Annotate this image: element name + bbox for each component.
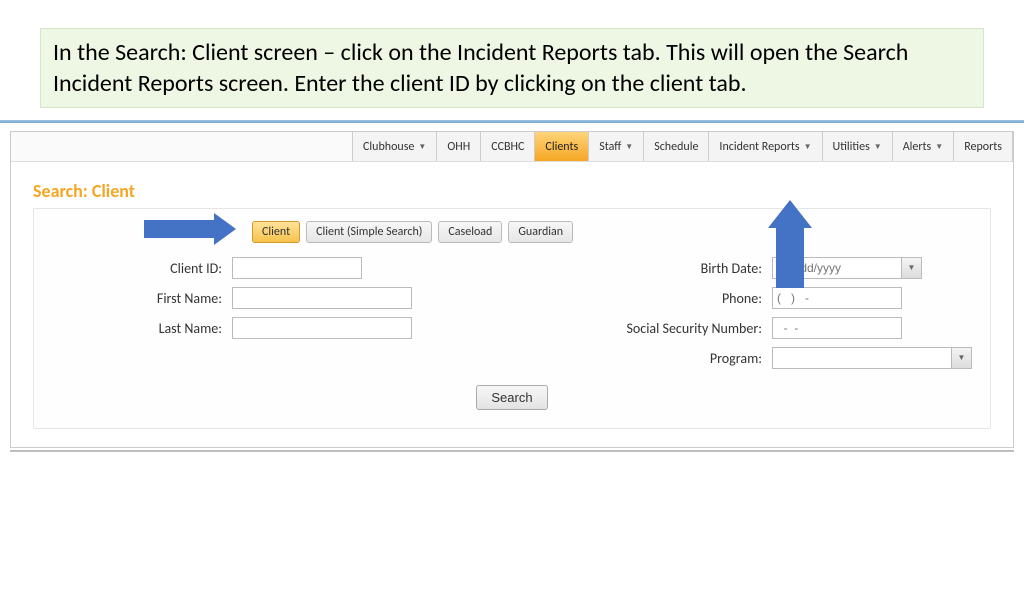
subtab-label: Guardian <box>518 225 563 239</box>
subtab-guardian[interactable]: Guardian <box>508 221 573 243</box>
nav-label: Staff <box>599 140 621 154</box>
nav-label: Incident Reports <box>719 140 799 154</box>
nav-label: Clients <box>545 140 578 154</box>
subtab-client-simple[interactable]: Client (Simple Search) <box>306 221 432 243</box>
nav-tab-clubhouse[interactable]: Clubhouse ▼ <box>352 132 436 161</box>
chevron-down-icon: ▼ <box>874 142 882 152</box>
nav-label: Reports <box>964 140 1002 154</box>
subtab-caseload[interactable]: Caseload <box>438 221 502 243</box>
last-name-input[interactable] <box>232 317 412 339</box>
phone-input[interactable] <box>772 287 902 309</box>
nav-tab-alerts[interactable]: Alerts ▼ <box>892 132 954 161</box>
client-id-input[interactable] <box>232 257 362 279</box>
search-panel: Client Client (Simple Search) Caseload G… <box>33 208 991 429</box>
chevron-down-icon: ▼ <box>418 142 426 152</box>
ssn-input[interactable] <box>772 317 902 339</box>
nav-tab-utilities[interactable]: Utilities ▼ <box>822 132 892 161</box>
chevron-down-icon: ▼ <box>625 142 633 152</box>
divider-bottom <box>10 450 1014 452</box>
nav-tab-ccbhc[interactable]: CCBHC <box>480 132 534 161</box>
chevron-down-icon: ▼ <box>804 142 812 152</box>
app-frame: Clubhouse ▼ OHH CCBHC Clients Staff ▼ Sc… <box>10 131 1014 448</box>
divider-blue <box>0 120 1024 123</box>
calendar-dropdown-button[interactable]: ▼ <box>902 257 922 279</box>
nav-label: Schedule <box>654 140 698 154</box>
search-button-label: Search <box>491 390 532 405</box>
label-phone: Phone: <box>592 290 772 307</box>
instruction-text: In the Search: Client screen – click on … <box>53 38 908 98</box>
chevron-down-icon: ▼ <box>935 142 943 152</box>
nav-tab-schedule[interactable]: Schedule <box>643 132 708 161</box>
instruction-panel: In the Search: Client screen – click on … <box>40 28 984 108</box>
program-input[interactable] <box>772 347 952 369</box>
nav-tab-staff[interactable]: Staff ▼ <box>588 132 643 161</box>
label-ssn: Social Security Number: <box>592 320 772 337</box>
nav-label: Utilities <box>833 140 870 154</box>
label-client-id: Client ID: <box>52 260 232 277</box>
label-last-name: Last Name: <box>52 320 232 337</box>
subtab-label: Client (Simple Search) <box>316 225 422 239</box>
label-first-name: First Name: <box>52 290 232 307</box>
subtab-bar: Client Client (Simple Search) Caseload G… <box>252 221 972 243</box>
arrow-up-icon <box>768 200 812 288</box>
label-program: Program: <box>592 350 772 367</box>
subtab-client[interactable]: Client <box>252 221 300 243</box>
nav-label: Clubhouse <box>363 140 414 154</box>
arrow-right-icon <box>144 213 236 245</box>
nav-label: Alerts <box>903 140 932 154</box>
program-dropdown-button[interactable]: ▼ <box>952 347 972 369</box>
nav-tab-incident-reports[interactable]: Incident Reports ▼ <box>708 132 821 161</box>
nav-label: CCBHC <box>491 140 524 154</box>
nav-tab-ohh[interactable]: OHH <box>436 132 480 161</box>
search-button[interactable]: Search <box>476 385 547 410</box>
subtab-label: Client <box>262 225 290 239</box>
nav-tab-reports[interactable]: Reports <box>953 132 1013 161</box>
form-grid: Client ID: Birth Date: ▼ First Name: Pho… <box>52 257 972 369</box>
nav-label: OHH <box>447 140 470 154</box>
nav-tab-clients[interactable]: Clients <box>534 132 588 161</box>
first-name-input[interactable] <box>232 287 412 309</box>
page-title: Search: Client <box>11 162 1013 208</box>
label-birth-date: Birth Date: <box>592 260 772 277</box>
top-nav: Clubhouse ▼ OHH CCBHC Clients Staff ▼ Sc… <box>11 132 1013 162</box>
subtab-label: Caseload <box>448 225 492 239</box>
